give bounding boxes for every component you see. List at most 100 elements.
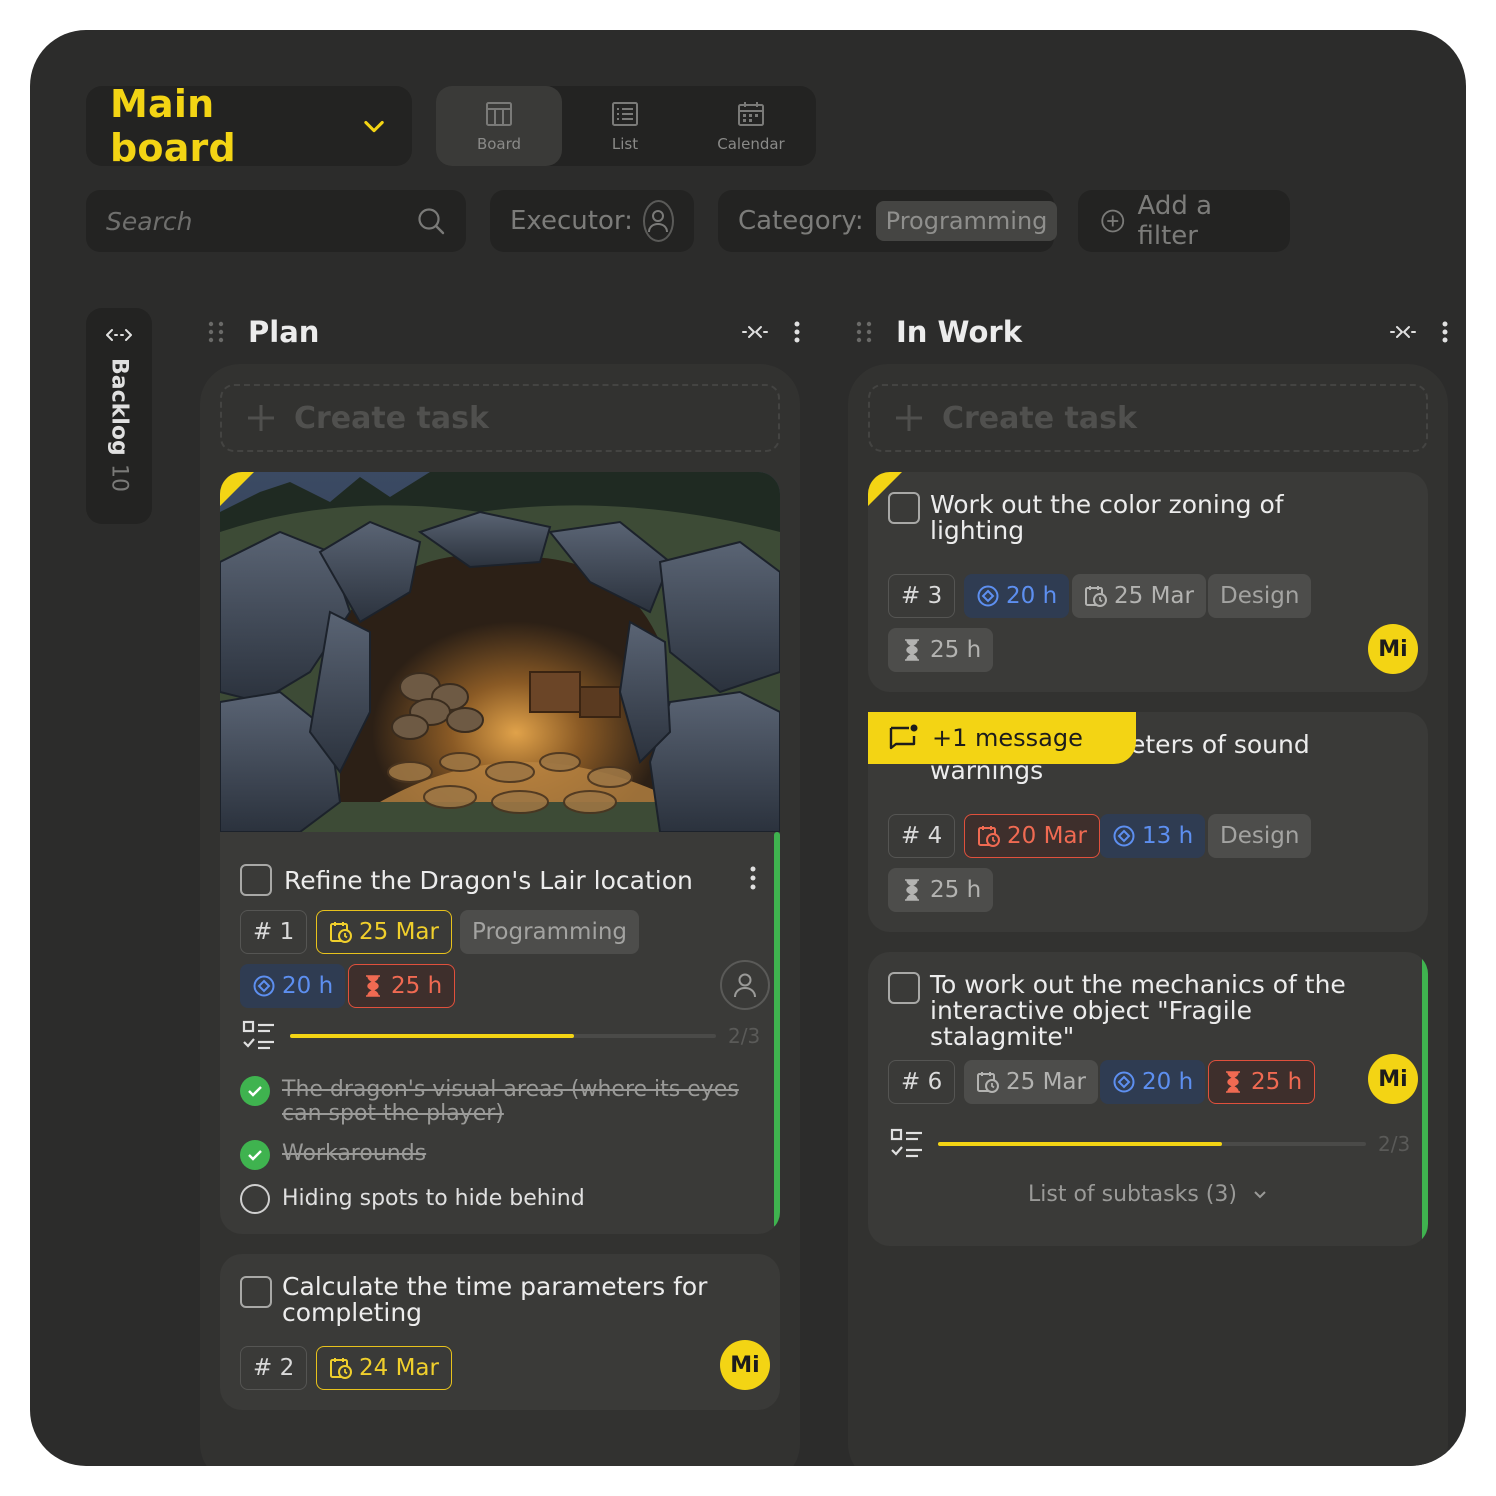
assignee-avatar[interactable]: Mi (1368, 1054, 1418, 1104)
task-checkbox[interactable] (240, 864, 272, 896)
estimate-chip: 20 h (240, 964, 346, 1008)
column-header-plan: Plan (206, 310, 800, 354)
more-vertical-icon[interactable] (750, 866, 756, 890)
message-count: +1 message (932, 724, 1083, 752)
plus-icon (896, 405, 922, 431)
calendar-clock-icon (978, 826, 1000, 847)
category-tag: Programming (460, 910, 640, 954)
chevron-down-icon (1254, 1190, 1266, 1198)
due-date-chip[interactable]: 20 Mar (964, 814, 1100, 858)
due-date: 25 Mar (1114, 583, 1194, 609)
executor-filter[interactable]: Executor: (490, 190, 694, 252)
collapse-icon[interactable] (1390, 325, 1416, 339)
circle-icon (240, 1184, 270, 1214)
subtask-progress: 2/3 (242, 1020, 760, 1052)
search-icon[interactable] (416, 206, 446, 236)
more-vertical-icon[interactable] (794, 321, 800, 343)
user-icon (648, 210, 669, 233)
column-title: In Work (896, 315, 1022, 349)
chevron-down-icon (364, 120, 384, 133)
task-id: # 2 (253, 1355, 295, 1381)
add-filter-button[interactable]: Add a filter (1078, 190, 1290, 252)
calendar-clock-icon (977, 1072, 999, 1093)
card-title-row: Refine the Dragon's Lair location (240, 864, 693, 896)
check-icon (240, 1076, 270, 1106)
plus-icon (248, 405, 274, 431)
column-plan: Create task Refine the Dragon's Lair loc… (200, 364, 800, 1466)
calendar-clock-icon (330, 922, 352, 943)
drag-handle-icon[interactable] (854, 320, 874, 344)
search-input[interactable] (106, 206, 386, 236)
task-id: # 1 (253, 919, 295, 945)
new-message-banner[interactable]: +1 message (868, 712, 1136, 764)
card-title: To work out the mechanics of the interac… (930, 970, 1346, 1051)
task-card[interactable]: To work out the mechanics of the interac… (868, 952, 1428, 1246)
hourglass-icon (905, 639, 919, 661)
progress-text: 2/3 (728, 1024, 761, 1048)
due-date-chip[interactable]: 25 Mar (964, 1060, 1098, 1104)
task-card[interactable]: Work out the color zoning of lighting # … (868, 472, 1428, 692)
due-date: 24 Mar (359, 1355, 439, 1381)
subtask-progress: 2/3 (890, 1128, 1410, 1160)
estimate-value: 20 h (1006, 583, 1058, 609)
drag-handle-icon[interactable] (206, 320, 226, 344)
task-card[interactable]: Refine the Dragon's Lair location # 1 25… (220, 472, 780, 1234)
collapse-icon[interactable] (742, 325, 768, 339)
subtasks-toggle[interactable]: List of subtasks (3) (1028, 1182, 1267, 1207)
task-id: # 6 (901, 1069, 943, 1095)
progress-bar (290, 1034, 716, 1038)
check-icon (240, 1140, 270, 1170)
category-filter[interactable]: Category: Programming (718, 190, 1058, 252)
duration-value: 25 h (930, 637, 982, 663)
due-date-chip[interactable]: 24 Mar (316, 1346, 452, 1390)
card-title: Work out the color zoning of lighting (930, 490, 1284, 545)
task-id-chip: # 4 (888, 814, 956, 858)
column-header-in-work: In Work (854, 310, 1448, 354)
view-calendar-button[interactable]: Calendar (688, 86, 814, 166)
category-text: Design (1220, 823, 1300, 849)
status-edge (1422, 956, 1428, 1242)
subtask-item[interactable]: Workarounds (240, 1140, 426, 1170)
task-checkbox[interactable] (888, 972, 920, 1004)
priority-flag (868, 472, 902, 506)
task-card[interactable]: Calculate the time parameters for comple… (220, 1254, 780, 1410)
estimate-value: 20 h (1142, 1069, 1194, 1095)
create-task-button[interactable]: Create task (220, 384, 780, 452)
category-chip[interactable]: Programming (875, 201, 1058, 241)
backlog-toggle[interactable]: Backlog 10 (86, 308, 152, 524)
estimate-value: 13 h (1142, 823, 1194, 849)
view-switcher: Board List Calendar (436, 86, 816, 166)
hourglass-icon (1226, 1071, 1240, 1093)
list-icon (612, 102, 638, 126)
estimate-value: 20 h (282, 973, 334, 999)
assignee-avatar[interactable]: Mi (720, 1340, 770, 1390)
assign-user-button[interactable] (720, 960, 770, 1010)
task-checkbox[interactable] (240, 1276, 272, 1308)
hourglass-icon (905, 879, 919, 901)
estimate-chip: 13 h (1100, 814, 1206, 858)
duration-chip: 25 h (348, 964, 456, 1008)
hourglass-icon (366, 975, 380, 997)
duration-value: 25 h (930, 877, 982, 903)
assignee-avatar[interactable]: Mi (1368, 624, 1418, 674)
due-date: 25 Mar (359, 919, 439, 945)
duration-chip: 25 h (1208, 1060, 1316, 1104)
subtask-text: Workarounds (282, 1141, 427, 1166)
subtask-item[interactable]: Hiding spots to hide behind (240, 1184, 585, 1214)
board-selector[interactable]: Main board (86, 82, 412, 170)
create-task-button[interactable]: Create task (868, 384, 1428, 452)
more-vertical-icon[interactable] (1442, 321, 1448, 343)
duration-value: 25 h (1251, 1069, 1303, 1095)
target-icon (1113, 825, 1135, 847)
due-date-chip[interactable]: 25 Mar (316, 910, 452, 954)
target-icon (1113, 1071, 1135, 1093)
view-list-button[interactable]: List (562, 86, 688, 166)
card-title: Calculate the time parameters for comple… (282, 1272, 708, 1327)
duration-chip: 25 h (888, 868, 994, 912)
subtask-item[interactable]: The dragon's visual areas (where its eye… (240, 1076, 740, 1126)
due-date-chip[interactable]: 25 Mar (1072, 574, 1206, 618)
task-id: # 3 (901, 583, 943, 609)
view-board-button[interactable]: Board (436, 86, 562, 166)
create-task-label: Create task (294, 400, 489, 436)
estimate-chip: 20 h (964, 574, 1070, 618)
